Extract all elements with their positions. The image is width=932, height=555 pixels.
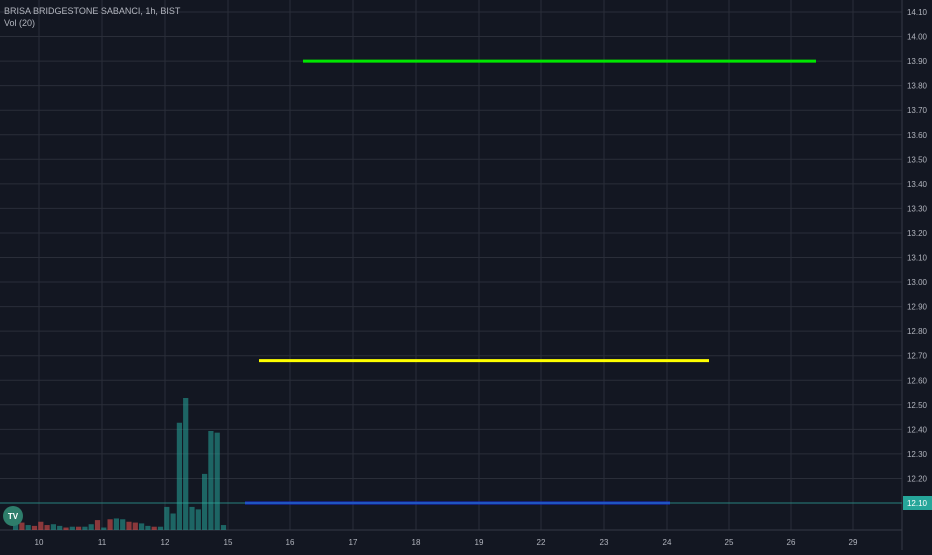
volume-bar: [220, 525, 227, 530]
volume-bar: [57, 525, 63, 530]
volume-bar: [176, 422, 182, 530]
volume-bar: [183, 398, 189, 530]
x-tick-label: 23: [600, 538, 609, 547]
volume-bar: [88, 524, 94, 530]
x-tick-label: 22: [537, 538, 546, 547]
x-tick-label: 18: [412, 538, 421, 547]
y-tick-label: 13.90: [907, 57, 928, 66]
y-tick-label: 12.70: [907, 352, 928, 361]
volume-bar: [94, 520, 101, 530]
volume-indicator-label[interactable]: Vol (20): [4, 18, 35, 28]
volume-bar: [107, 519, 113, 530]
volume-bar: [151, 526, 157, 530]
price-chart[interactable]: 14.10 14.00 13.90 13.80 13.70 13.60 13.50 13.40…: [0, 0, 932, 550]
volume-bar: [145, 525, 151, 530]
volume-bar: [113, 518, 119, 530]
volume-bar: [208, 431, 214, 530]
volume-bar: [126, 521, 132, 530]
volume-bar: [170, 513, 176, 530]
volume-bar: [164, 506, 170, 530]
y-tick-label: 13.40: [907, 180, 928, 189]
y-tick-label: 12.20: [907, 474, 928, 483]
volume-bar: [63, 527, 69, 530]
volume-bar: [202, 473, 208, 530]
x-tick-label: 24: [663, 538, 672, 547]
x-tick-label: 12: [161, 538, 170, 547]
volume-bar: [189, 506, 195, 530]
y-tick-label: 13.20: [907, 229, 928, 238]
volume-bar: [69, 526, 75, 530]
y-tick-label: 12.40: [907, 425, 928, 434]
chart-title: BRISA BRIDGESTONE SABANCI, 1h, BIST: [4, 6, 181, 16]
x-tick-label: 16: [286, 538, 295, 547]
x-tick-label: 11: [98, 538, 107, 547]
volume-bar: [195, 509, 201, 530]
tradingview-logo[interactable]: TV: [3, 506, 23, 526]
volume-bar: [44, 525, 50, 530]
y-tick-label: 14.00: [907, 33, 928, 42]
y-tick-label: 13.70: [907, 106, 928, 115]
volume-bar: [82, 526, 88, 530]
y-tick-label: 13.30: [907, 204, 928, 213]
volume-bar: [132, 522, 138, 530]
volume-bar: [31, 525, 38, 530]
volume-bar: [25, 525, 31, 530]
y-tick-label: 13.00: [907, 278, 928, 287]
y-tick-label: 12.80: [907, 327, 928, 336]
last-price-label: 12.10: [907, 499, 928, 508]
y-tick-label: 13.80: [907, 82, 928, 91]
x-tick-label: 25: [725, 538, 734, 547]
x-tick-label: 26: [787, 538, 796, 547]
y-tick-label: 12.50: [907, 401, 928, 410]
volume-bar: [76, 526, 82, 530]
volume-bar: [214, 432, 220, 530]
y-tick-label: 13.60: [907, 131, 928, 140]
x-tick-label: 29: [849, 538, 858, 547]
x-tick-label: 10: [35, 538, 44, 547]
y-tick-label: 14.10: [907, 8, 928, 17]
volume-bar: [50, 524, 56, 530]
y-tick-label: 12.30: [907, 450, 928, 459]
volume-bar: [101, 527, 107, 530]
y-tick-label: 12.60: [907, 376, 928, 385]
x-tick-label: 19: [475, 538, 484, 547]
volume-bar: [157, 526, 164, 530]
volume-bar: [139, 523, 145, 530]
x-tick-label: 15: [224, 538, 233, 547]
volume-bar: [120, 519, 126, 530]
volume-bar: [38, 521, 44, 530]
y-tick-label: 13.10: [907, 254, 928, 263]
chart-container[interactable]: 14.10 14.00 13.90 13.80 13.70 13.60 13.50 13.40…: [0, 0, 932, 550]
x-tick-label: 17: [349, 538, 358, 547]
volume-bar: [19, 522, 25, 530]
y-tick-label: 13.50: [907, 155, 928, 164]
y-tick-label: 12.90: [907, 303, 928, 312]
